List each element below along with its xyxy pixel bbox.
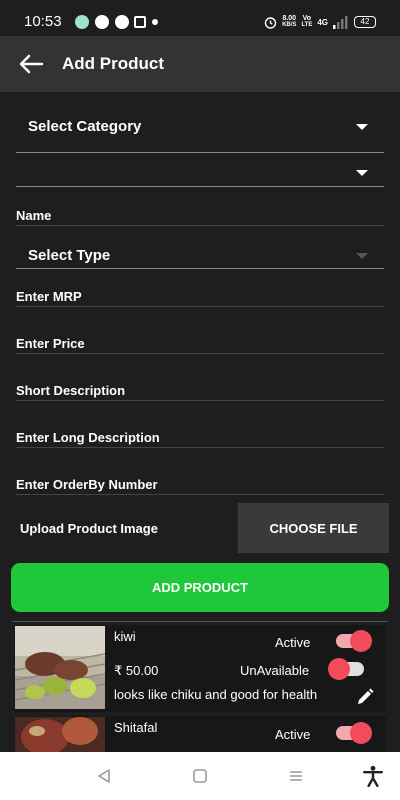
long-description-field[interactable]: Enter Long Description <box>16 423 384 448</box>
app-bar: Add Product <box>0 36 400 92</box>
product-name: Shitafal <box>114 720 158 735</box>
page-title: Add Product <box>62 54 164 73</box>
short-description-field[interactable]: Short Description <box>16 376 384 401</box>
battery-indicator: 42 <box>354 16 376 28</box>
orderby-field-label: Enter OrderBy Number <box>16 477 158 492</box>
pencil-icon[interactable] <box>355 687 375 707</box>
sim-provider-icon <box>134 16 146 28</box>
network-type: 4G <box>317 17 328 27</box>
price-field[interactable]: Enter Price <box>16 329 384 354</box>
recents-menu-icon[interactable] <box>286 766 306 786</box>
signal-icon <box>333 15 348 29</box>
status-time: 10:53 <box>24 13 62 30</box>
navigation-bar <box>0 752 400 800</box>
upload-image-label: Upload Product Image <box>20 521 158 536</box>
shitafal-image <box>15 717 105 752</box>
status-right: 8.00 KB/S Vo LTE 4G 42 <box>264 14 376 30</box>
add-product-button[interactable]: ADD PRODUCT <box>11 563 389 612</box>
volte-indicator: Vo LTE <box>301 15 313 28</box>
chevron-down-icon <box>356 253 368 259</box>
product-name: kiwi <box>114 629 136 644</box>
product-card[interactable]: kiwi ₹ 50.00 looks like chiku and good f… <box>14 625 386 712</box>
status-bar: 10:53 8.00 KB/S Vo LTE 4G 42 <box>0 0 400 36</box>
availability-label: UnAvailable <box>240 663 310 678</box>
arrow-left-icon[interactable] <box>18 52 44 76</box>
subcategory-dropdown[interactable] <box>16 158 384 187</box>
grid-app-icon <box>115 15 129 29</box>
active-label: Active <box>275 635 311 650</box>
category-dropdown[interactable]: Select Category <box>16 104 384 153</box>
name-field[interactable]: Name <box>16 200 384 226</box>
short-description-label: Short Description <box>16 383 126 398</box>
category-dropdown-label: Select Category <box>28 118 142 135</box>
product-card[interactable]: Shitafal Active <box>14 716 386 752</box>
messages-app-icon <box>75 15 89 29</box>
kiwi-image <box>15 626 105 709</box>
chevron-down-icon <box>356 170 368 176</box>
product-price: ₹ 50.00 <box>114 663 159 678</box>
choose-file-button[interactable]: CHOOSE FILE <box>238 503 389 553</box>
net-speed: 8.00 KB/S <box>282 15 297 28</box>
name-field-label: Name <box>16 208 52 223</box>
product-image <box>15 717 105 752</box>
product-image <box>15 626 105 709</box>
accessibility-icon[interactable] <box>362 765 384 787</box>
active-toggle[interactable] <box>336 722 372 744</box>
active-toggle[interactable] <box>336 630 372 652</box>
chevron-down-icon <box>356 124 368 130</box>
notification-dot-icon <box>152 19 158 25</box>
product-description: looks like chiku and good for health <box>114 687 318 702</box>
type-dropdown-label: Select Type <box>28 247 111 264</box>
type-dropdown[interactable]: Select Type <box>16 236 384 269</box>
mrp-field[interactable]: Enter MRP <box>16 283 384 307</box>
price-field-label: Enter Price <box>16 336 85 351</box>
orderby-field[interactable]: Enter OrderBy Number <box>16 470 384 495</box>
alarm-icon <box>264 16 277 29</box>
mrp-field-label: Enter MRP <box>16 289 82 304</box>
home-square-icon[interactable] <box>190 766 210 786</box>
active-label: Active <box>275 727 311 742</box>
long-description-label: Enter Long Description <box>16 430 160 445</box>
availability-toggle[interactable] <box>328 658 364 680</box>
divider <box>12 621 388 622</box>
chat-icon <box>95 15 109 29</box>
back-triangle-icon[interactable] <box>94 766 114 786</box>
